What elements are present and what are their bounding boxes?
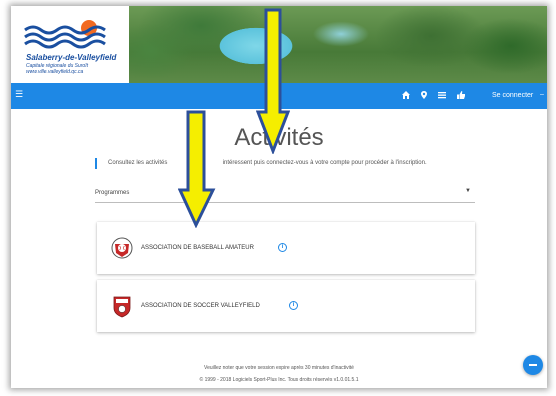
list-icon[interactable] (436, 90, 448, 102)
baseball-association-logo-icon (111, 237, 133, 259)
chevron-down-icon[interactable]: – (540, 91, 544, 98)
soccer-association-logo-icon (113, 296, 131, 318)
location-pin-icon[interactable] (418, 90, 430, 102)
association-card-baseball[interactable]: ASSOCIATION DE BASEBALL AMATEUR i (97, 222, 475, 274)
session-notice: Veuillez noter que votre session expire … (204, 365, 354, 371)
intro-accent-bar (95, 158, 97, 169)
programs-select-label: Programmes (95, 190, 130, 196)
logo-city-name: Salaberry-de-Valleyfield (26, 53, 117, 62)
logo-waves-icon (24, 20, 106, 49)
annotation-arrow-down-icon (256, 8, 290, 154)
association-name: ASSOCIATION DE BASEBALL AMATEUR (141, 245, 254, 251)
association-card-soccer[interactable]: ASSOCIATION DE SOCCER VALLEYFIELD i (97, 280, 475, 332)
association-name: ASSOCIATION DE SOCCER VALLEYFIELD (141, 303, 260, 309)
annotation-arrow-down-icon (178, 110, 216, 228)
login-link[interactable]: Se connecter (492, 92, 533, 99)
intro-text: Consultez les activités intéressent puis… (108, 160, 427, 166)
minus-icon (529, 364, 537, 366)
home-icon[interactable] (400, 90, 412, 102)
city-logo[interactable]: Salaberry-de-Valleyfield Capitale région… (11, 6, 129, 83)
floating-action-button[interactable] (523, 355, 543, 375)
info-icon[interactable]: i (278, 243, 287, 252)
menu-icon[interactable]: ☰ (15, 89, 23, 100)
programs-select[interactable]: Programmes ▼ (95, 186, 475, 203)
thumbs-up-icon[interactable] (455, 90, 467, 102)
logo-subtitle: Capitale régionale du Suroît www.ville.v… (26, 63, 88, 75)
info-icon[interactable]: i (289, 301, 298, 310)
intro-text-end: intéressent puis connectez-vous à votre … (222, 160, 427, 166)
logo-website: www.ville.valleyfield.qc.ca (26, 69, 84, 75)
copyright-notice: © 1999 - 2018 Logiciels Sport-Plus Inc. … (199, 377, 359, 383)
dropdown-caret-icon: ▼ (465, 188, 471, 194)
intro-text-start: Consultez les activités (108, 160, 168, 166)
